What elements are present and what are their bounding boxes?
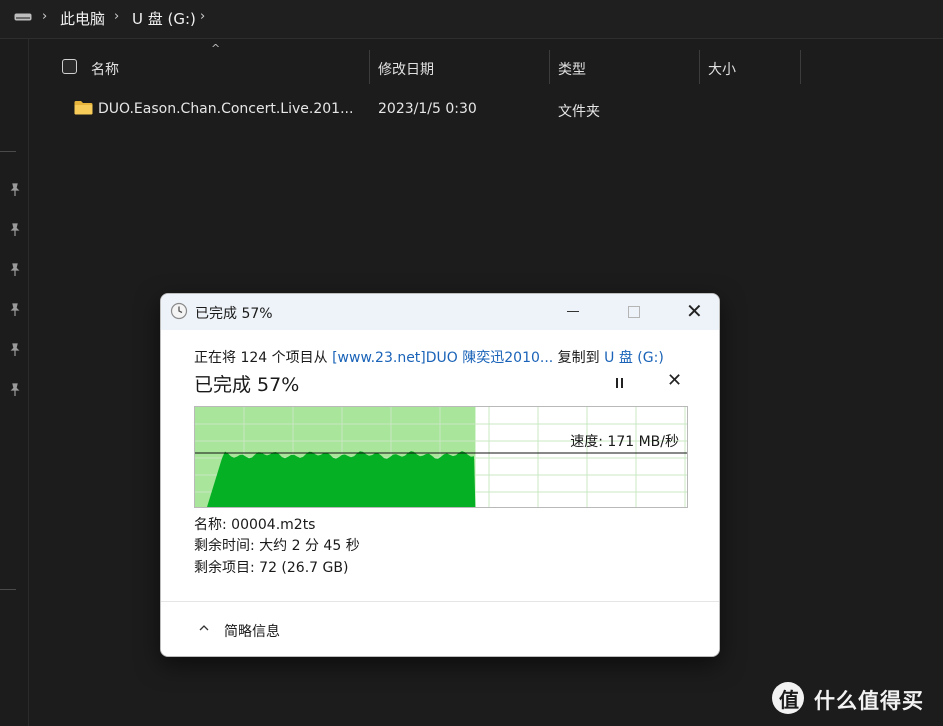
watermark-text: 什么值得买	[814, 689, 924, 713]
progress-status: 已完成 57%	[194, 374, 300, 396]
file-name[interactable]: DUO.Eason.Chan.Concert.Live.201...	[98, 101, 353, 117]
speed-label: 速度: 171 MB/秒	[570, 434, 679, 450]
items-remaining: 剩余项目: 72 (26.7 GB)	[194, 560, 349, 576]
chevron-right-icon[interactable]: ›	[200, 9, 205, 24]
pause-icon	[616, 378, 618, 388]
maximize-button[interactable]	[611, 294, 657, 330]
pin-icon[interactable]	[8, 303, 22, 317]
speed-graph: 速度: 171 MB/秒	[194, 406, 688, 508]
destination-link[interactable]: U 盘 (G:)	[604, 350, 664, 366]
graph-throughput-area	[195, 451, 476, 507]
pin-icon[interactable]	[8, 223, 22, 237]
pause-button[interactable]	[612, 376, 628, 392]
select-all-checkbox[interactable]	[62, 59, 77, 74]
cancel-copy-button[interactable]: ✕	[667, 370, 682, 392]
file-type: 文件夹	[558, 104, 600, 120]
folder-icon	[74, 101, 93, 115]
maximize-icon	[628, 306, 640, 318]
column-divider[interactable]	[549, 50, 550, 84]
fewer-details-toggle[interactable]: 简略信息	[224, 621, 280, 641]
copy-description: 正在将 124 个项目从 [www.23.net]DUO 陳奕迅2010... …	[194, 347, 664, 367]
column-divider[interactable]	[699, 50, 700, 84]
explorer-window: › 此电脑 › U 盘 (G:) › ^ 名称 修改日期 类型 大小 DUO.E…	[0, 0, 943, 726]
minimize-icon	[567, 311, 579, 312]
chevron-right-icon[interactable]: ›	[114, 9, 119, 24]
column-divider[interactable]	[369, 50, 370, 84]
breadcrumb-drive[interactable]: U 盘 (G:)	[132, 8, 196, 29]
nav-divider	[0, 589, 16, 590]
pause-icon	[621, 378, 623, 388]
chevron-right-icon[interactable]: ›	[42, 9, 47, 24]
watermark: 值 什么值得买	[772, 682, 940, 716]
copy-prefix: 正在将 124 个项目从	[194, 350, 333, 366]
sort-ascending-icon: ^	[211, 42, 221, 55]
source-link[interactable]: [www.23.net]DUO 陳奕迅2010...	[332, 350, 553, 366]
column-divider[interactable]	[800, 50, 801, 84]
clock-icon	[170, 302, 188, 320]
watermark-logo-glyph: 值	[779, 688, 799, 712]
column-type[interactable]: 类型	[558, 59, 586, 79]
pin-icon[interactable]	[8, 383, 22, 397]
current-file-name: 名称: 00004.m2ts	[194, 517, 316, 533]
address-bar[interactable]: › 此电脑 › U 盘 (G:) ›	[0, 0, 943, 39]
dialog-footer: 简略信息	[161, 601, 719, 656]
nav-divider	[0, 151, 16, 152]
speed-graph-canvas	[195, 407, 687, 507]
pin-icon[interactable]	[8, 343, 22, 357]
pin-icon[interactable]	[8, 263, 22, 277]
dialog-titlebar[interactable]: 已完成 57% ✕	[161, 294, 719, 330]
breadcrumb-this-pc[interactable]: 此电脑	[60, 8, 105, 29]
pin-icon[interactable]	[8, 183, 22, 197]
file-modified: 2023/1/5 0:30	[378, 101, 477, 117]
time-remaining: 剩余时间: 大约 2 分 45 秒	[194, 538, 360, 554]
copy-progress-dialog: 已完成 57% ✕ 正在将 124 个项目从 [www.23.net]DUO 陳…	[160, 293, 720, 657]
column-name[interactable]: 名称	[91, 59, 119, 79]
column-modified[interactable]: 修改日期	[378, 59, 434, 79]
drive-icon	[14, 13, 32, 21]
column-header: ^ 名称 修改日期 类型 大小	[29, 42, 943, 86]
close-icon: ✕	[686, 299, 703, 323]
file-row[interactable]: DUO.Eason.Chan.Concert.Live.201... 2023/…	[29, 96, 943, 124]
navigation-pane	[0, 39, 29, 726]
column-size[interactable]: 大小	[708, 59, 736, 79]
watermark-logo-icon: 值	[772, 682, 804, 714]
copy-middle: 复制到	[553, 350, 605, 366]
close-button[interactable]: ✕	[671, 294, 717, 330]
minimize-button[interactable]	[550, 294, 596, 330]
chevron-up-icon[interactable]	[199, 623, 209, 633]
dialog-title: 已完成 57%	[195, 306, 273, 322]
